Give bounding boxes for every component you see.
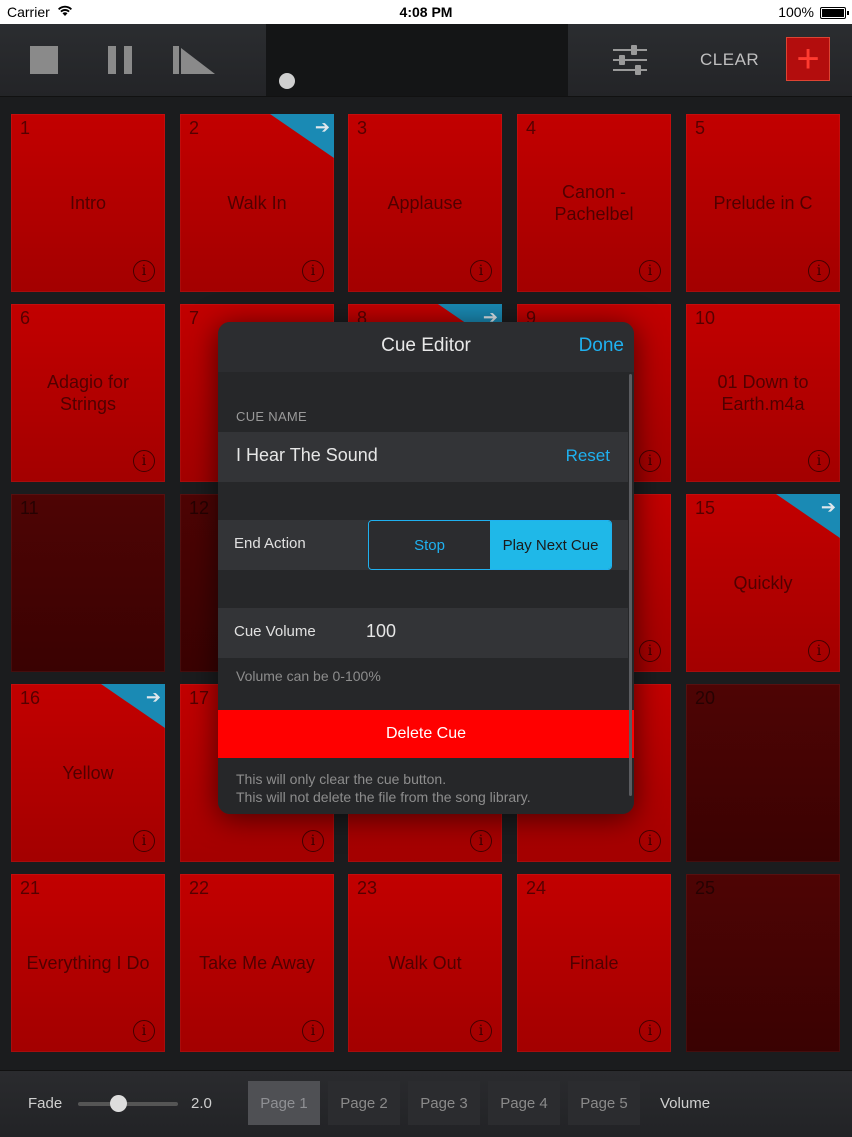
info-icon[interactable]: i (302, 1020, 324, 1042)
cue-button[interactable]: 15 Quickly ➔ i (686, 494, 840, 672)
fade-slider-knob[interactable] (110, 1095, 127, 1112)
clear-button[interactable]: CLEAR (700, 50, 759, 70)
done-button[interactable]: Done (579, 335, 624, 357)
clock: 4:08 PM (399, 4, 453, 20)
fade-slider-track[interactable] (78, 1102, 178, 1106)
info-icon[interactable]: i (133, 450, 155, 472)
stop-icon (30, 46, 58, 74)
cue-number: 12 (189, 498, 210, 518)
cue-volume-label: Cue Volume (234, 623, 316, 640)
cue-name-row: I Hear The Sound Reset (218, 432, 628, 482)
cue-button[interactable]: 21 Everything I Do i (11, 874, 165, 1052)
delete-note-1: This will only clear the cue button. (236, 771, 447, 787)
cue-editor-modal: Cue Editor Done CUE NAME I Hear The Soun… (218, 322, 634, 814)
info-icon[interactable]: i (639, 450, 661, 472)
info-icon[interactable]: i (639, 830, 661, 852)
cue-number: 11 (20, 498, 39, 518)
settings-button[interactable] (612, 24, 648, 96)
info-icon[interactable]: i (302, 830, 324, 852)
info-icon[interactable]: i (133, 830, 155, 852)
cue-number: 20 (695, 688, 716, 708)
volume-hint: Volume can be 0-100% (236, 668, 381, 684)
pause-icon (108, 46, 132, 74)
cue-button[interactable]: 23 Walk Out i (348, 874, 502, 1052)
progress-scrubber[interactable] (279, 73, 295, 89)
modal-scrollbar[interactable] (629, 374, 632, 796)
info-icon[interactable]: i (639, 1020, 661, 1042)
info-icon[interactable]: i (470, 830, 492, 852)
info-icon[interactable]: i (133, 1020, 155, 1042)
tab-page-3[interactable]: Page 3 (408, 1081, 480, 1125)
skip-icon (173, 46, 215, 74)
info-icon[interactable]: i (808, 260, 830, 282)
arrow-right-icon: ➔ (145, 687, 161, 707)
pause-button[interactable] (106, 24, 134, 96)
delete-note-2: This will not delete the file from the s… (236, 789, 531, 805)
end-action-label: End Action (234, 535, 306, 552)
next-cue-button[interactable] (172, 24, 216, 96)
end-action-segmented-control: Stop Play Next Cue (368, 520, 612, 570)
tab-page-4[interactable]: Page 4 (488, 1081, 560, 1125)
cue-number: 7 (189, 308, 200, 328)
cue-button[interactable]: 11 (11, 494, 165, 672)
cue-button[interactable]: 25 (686, 874, 840, 1052)
fade-label: Fade (28, 1095, 63, 1112)
cue-button[interactable]: 3 Applause i (348, 114, 502, 292)
cue-button[interactable]: 5 Prelude in Ci (686, 114, 840, 292)
modal-body: CUE NAME I Hear The Sound Reset End Acti… (218, 372, 634, 814)
end-action-row: End Action Stop Play Next Cue (218, 520, 628, 570)
tab-page-1[interactable]: Page 1 (248, 1081, 320, 1125)
volume-button[interactable]: Volume (660, 1095, 710, 1112)
end-action-stop[interactable]: Stop (369, 521, 490, 569)
cue-button[interactable]: 20 (686, 684, 840, 862)
cue-volume-row: Cue Volume 100 (218, 608, 628, 658)
arrow-right-icon: ➔ (820, 497, 836, 517)
info-icon[interactable]: i (639, 260, 661, 282)
end-action-play-next[interactable]: Play Next Cue (490, 521, 611, 569)
cue-button[interactable]: 4 Canon - Pachelbel i (517, 114, 671, 292)
tab-page-2[interactable]: Page 2 (328, 1081, 400, 1125)
fade-value: 2.0 (191, 1095, 212, 1112)
cue-button[interactable]: 16 Yellow ➔ i (11, 684, 165, 862)
cue-button[interactable]: 6 Adagio for Strings i (11, 304, 165, 482)
cue-button[interactable]: 2 Walk In ➔ i (180, 114, 334, 292)
reset-button[interactable]: Reset (566, 446, 610, 466)
cue-button[interactable]: 24 Finale i (517, 874, 671, 1052)
info-icon[interactable]: i (808, 450, 830, 472)
modal-header: Cue Editor Done (218, 322, 634, 373)
delete-cue-button[interactable]: Delete Cue (218, 710, 634, 758)
bottom-bar: Fade 2.0 Page 1 Page 2 Page 3 Page 4 Pag… (0, 1070, 852, 1137)
modal-title: Cue Editor (381, 335, 471, 356)
info-icon[interactable]: i (808, 640, 830, 662)
status-bar: Carrier 4:08 PM 100% (0, 0, 852, 24)
info-icon[interactable]: i (133, 260, 155, 282)
cue-button[interactable]: 1 Intro i (11, 114, 165, 292)
cue-number: 25 (695, 878, 716, 898)
cue-button[interactable]: 10 01 Down to Earth.m4a i (686, 304, 840, 482)
info-icon[interactable]: i (470, 1020, 492, 1042)
cue-name-field[interactable]: I Hear The Sound (236, 445, 378, 466)
battery-icon (820, 7, 849, 19)
add-cue-button[interactable]: + (786, 37, 830, 81)
stop-button[interactable] (24, 24, 64, 96)
cue-name-section-label: CUE NAME (236, 409, 308, 424)
cue-button[interactable]: 22 Take Me Away i (180, 874, 334, 1052)
battery-percent: 100% (778, 4, 814, 20)
tab-page-5[interactable]: Page 5 (568, 1081, 640, 1125)
progress-track[interactable] (266, 24, 568, 96)
arrow-right-icon: ➔ (314, 117, 330, 137)
cue-volume-field[interactable]: 100 (366, 621, 396, 642)
info-icon[interactable]: i (470, 260, 492, 282)
info-icon[interactable]: i (639, 640, 661, 662)
sliders-icon (613, 45, 647, 75)
info-icon[interactable]: i (302, 260, 324, 282)
plus-icon: + (796, 37, 820, 81)
